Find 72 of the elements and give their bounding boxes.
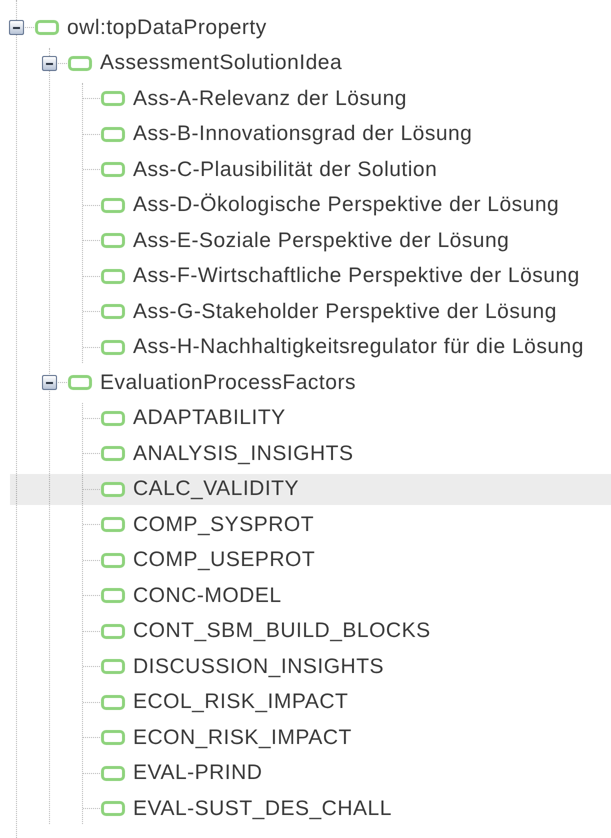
tree-label: EVAL-SUST_DES_CHALL	[133, 796, 392, 820]
property-icon	[101, 268, 125, 284]
tree-row[interactable]: Ass-A-Relevanz der Lösung	[83, 83, 611, 114]
tree-label: Ass-B-Innovationsgrad der Lösung	[133, 122, 472, 146]
property-icon	[101, 233, 125, 248]
tree-row[interactable]: AssessmentSolutionIdea	[42, 48, 611, 78]
property-icon	[101, 446, 125, 461]
tree-row[interactable]: ECON_RISK_IMPACT	[83, 722, 611, 753]
tree-row[interactable]: ECOL_RISK_IMPACT	[83, 686, 611, 718]
property-icon	[101, 801, 125, 816]
tree-label: ECOL_RISK_IMPACT	[133, 690, 348, 714]
tree-label: AssessmentSolutionIdea	[100, 51, 342, 75]
tree-label: COMP_SYSPROT	[133, 512, 314, 536]
tree-label: Ass-D-Ökologische Perspektive der Lösung	[133, 193, 560, 217]
property-icon	[101, 730, 125, 745]
tree-label: Ass-F-Wirtschaftliche Perspektive der Lösung	[133, 264, 580, 288]
tree-row[interactable]: CALC_VALIDITY	[10, 474, 611, 504]
property-icon	[101, 410, 125, 426]
tree-row[interactable]: ADAPTABILITY	[83, 402, 611, 434]
property-icon	[101, 517, 125, 532]
property-icon	[35, 20, 59, 35]
property-icon	[101, 659, 125, 674]
collapse-icon[interactable]	[42, 56, 57, 70]
tree-row[interactable]: Ass-D-Ökologische Perspektive der Lösung	[83, 190, 611, 220]
property-icon	[101, 624, 125, 638]
property-icon	[101, 126, 125, 142]
tree-row[interactable]: COMP_USEPROT	[83, 544, 611, 576]
tree-label: Ass-E-Soziale Perspektive der Lösung	[133, 228, 510, 252]
tree-label: owl:topDataProperty	[67, 16, 267, 40]
property-icon	[101, 552, 125, 568]
property-icon	[101, 766, 125, 780]
tree-row[interactable]: COMP_SYSPROT	[83, 509, 611, 540]
property-icon	[101, 588, 125, 603]
tree-row[interactable]: ANALYSIS_INSIGHTS	[83, 438, 611, 469]
tree-label: CONC-MODEL	[133, 584, 282, 608]
tree-label: EvaluationProcessFactors	[100, 370, 356, 394]
tree-label: CONT_SBM_BUILD_BLOCKS	[133, 619, 431, 643]
tree-label: Ass-C-Plausibilität der Solution	[133, 158, 438, 182]
tree-row[interactable]: Ass-F-Wirtschaftliche Perspektive der Lösung	[83, 260, 611, 292]
tree-label: ANALYSIS_INSIGHTS	[133, 442, 354, 466]
property-icon	[101, 91, 125, 106]
tree-row[interactable]: Ass-E-Soziale Perspektive der Lösung	[83, 225, 611, 256]
tree-label: DISCUSSION_INSIGHTS	[133, 654, 384, 678]
property-icon	[101, 162, 125, 177]
tree-label: COMP_USEPROT	[133, 548, 316, 572]
property-icon	[68, 375, 92, 390]
tree-row[interactable]: CONT_SBM_BUILD_BLOCKS	[83, 616, 611, 646]
tree-row[interactable]: Ass-B-Innovationsgrad der Lösung	[83, 118, 611, 150]
collapse-icon[interactable]	[9, 20, 24, 35]
tree-row[interactable]: Ass-C-Plausibilität der Solution	[83, 154, 611, 185]
property-icon	[101, 694, 125, 710]
tree-label: Ass-H-Nachhaltigkeitsregulator für die Lösung	[133, 335, 584, 359]
tree-label: ADAPTABILITY	[133, 406, 286, 430]
tree-row[interactable]: Ass-H-Nachhaltigkeitsregulator für die Lösung	[83, 332, 611, 362]
tree-row[interactable]: EVAL-PRIND	[83, 758, 611, 788]
property-icon	[101, 482, 125, 496]
tree-row[interactable]: DISCUSSION_INSIGHTS	[83, 651, 611, 682]
tree-row[interactable]: EvaluationProcessFactors	[42, 367, 611, 398]
tree-row[interactable]: Ass-G-Stakeholder Perspektive der Lösung	[83, 296, 611, 327]
collapse-icon[interactable]	[42, 375, 57, 390]
tree-row[interactable]: EVAL-SUST_DES_CHALL	[83, 793, 611, 824]
tree-label: Ass-A-Relevanz der Lösung	[133, 86, 407, 110]
tree-label: ECON_RISK_IMPACT	[133, 726, 352, 750]
tree-label: EVAL-PRIND	[133, 761, 262, 785]
tree-row[interactable]: CONC-MODEL	[83, 580, 611, 611]
property-icon	[101, 340, 125, 354]
property-icon	[101, 304, 125, 319]
tree-row[interactable]: owl:topDataProperty	[9, 12, 611, 43]
tree-label: CALC_VALIDITY	[133, 477, 299, 501]
property-icon	[68, 56, 92, 70]
property-icon	[101, 198, 125, 212]
tree-label: Ass-G-Stakeholder Perspektive der Lösung	[133, 300, 557, 324]
